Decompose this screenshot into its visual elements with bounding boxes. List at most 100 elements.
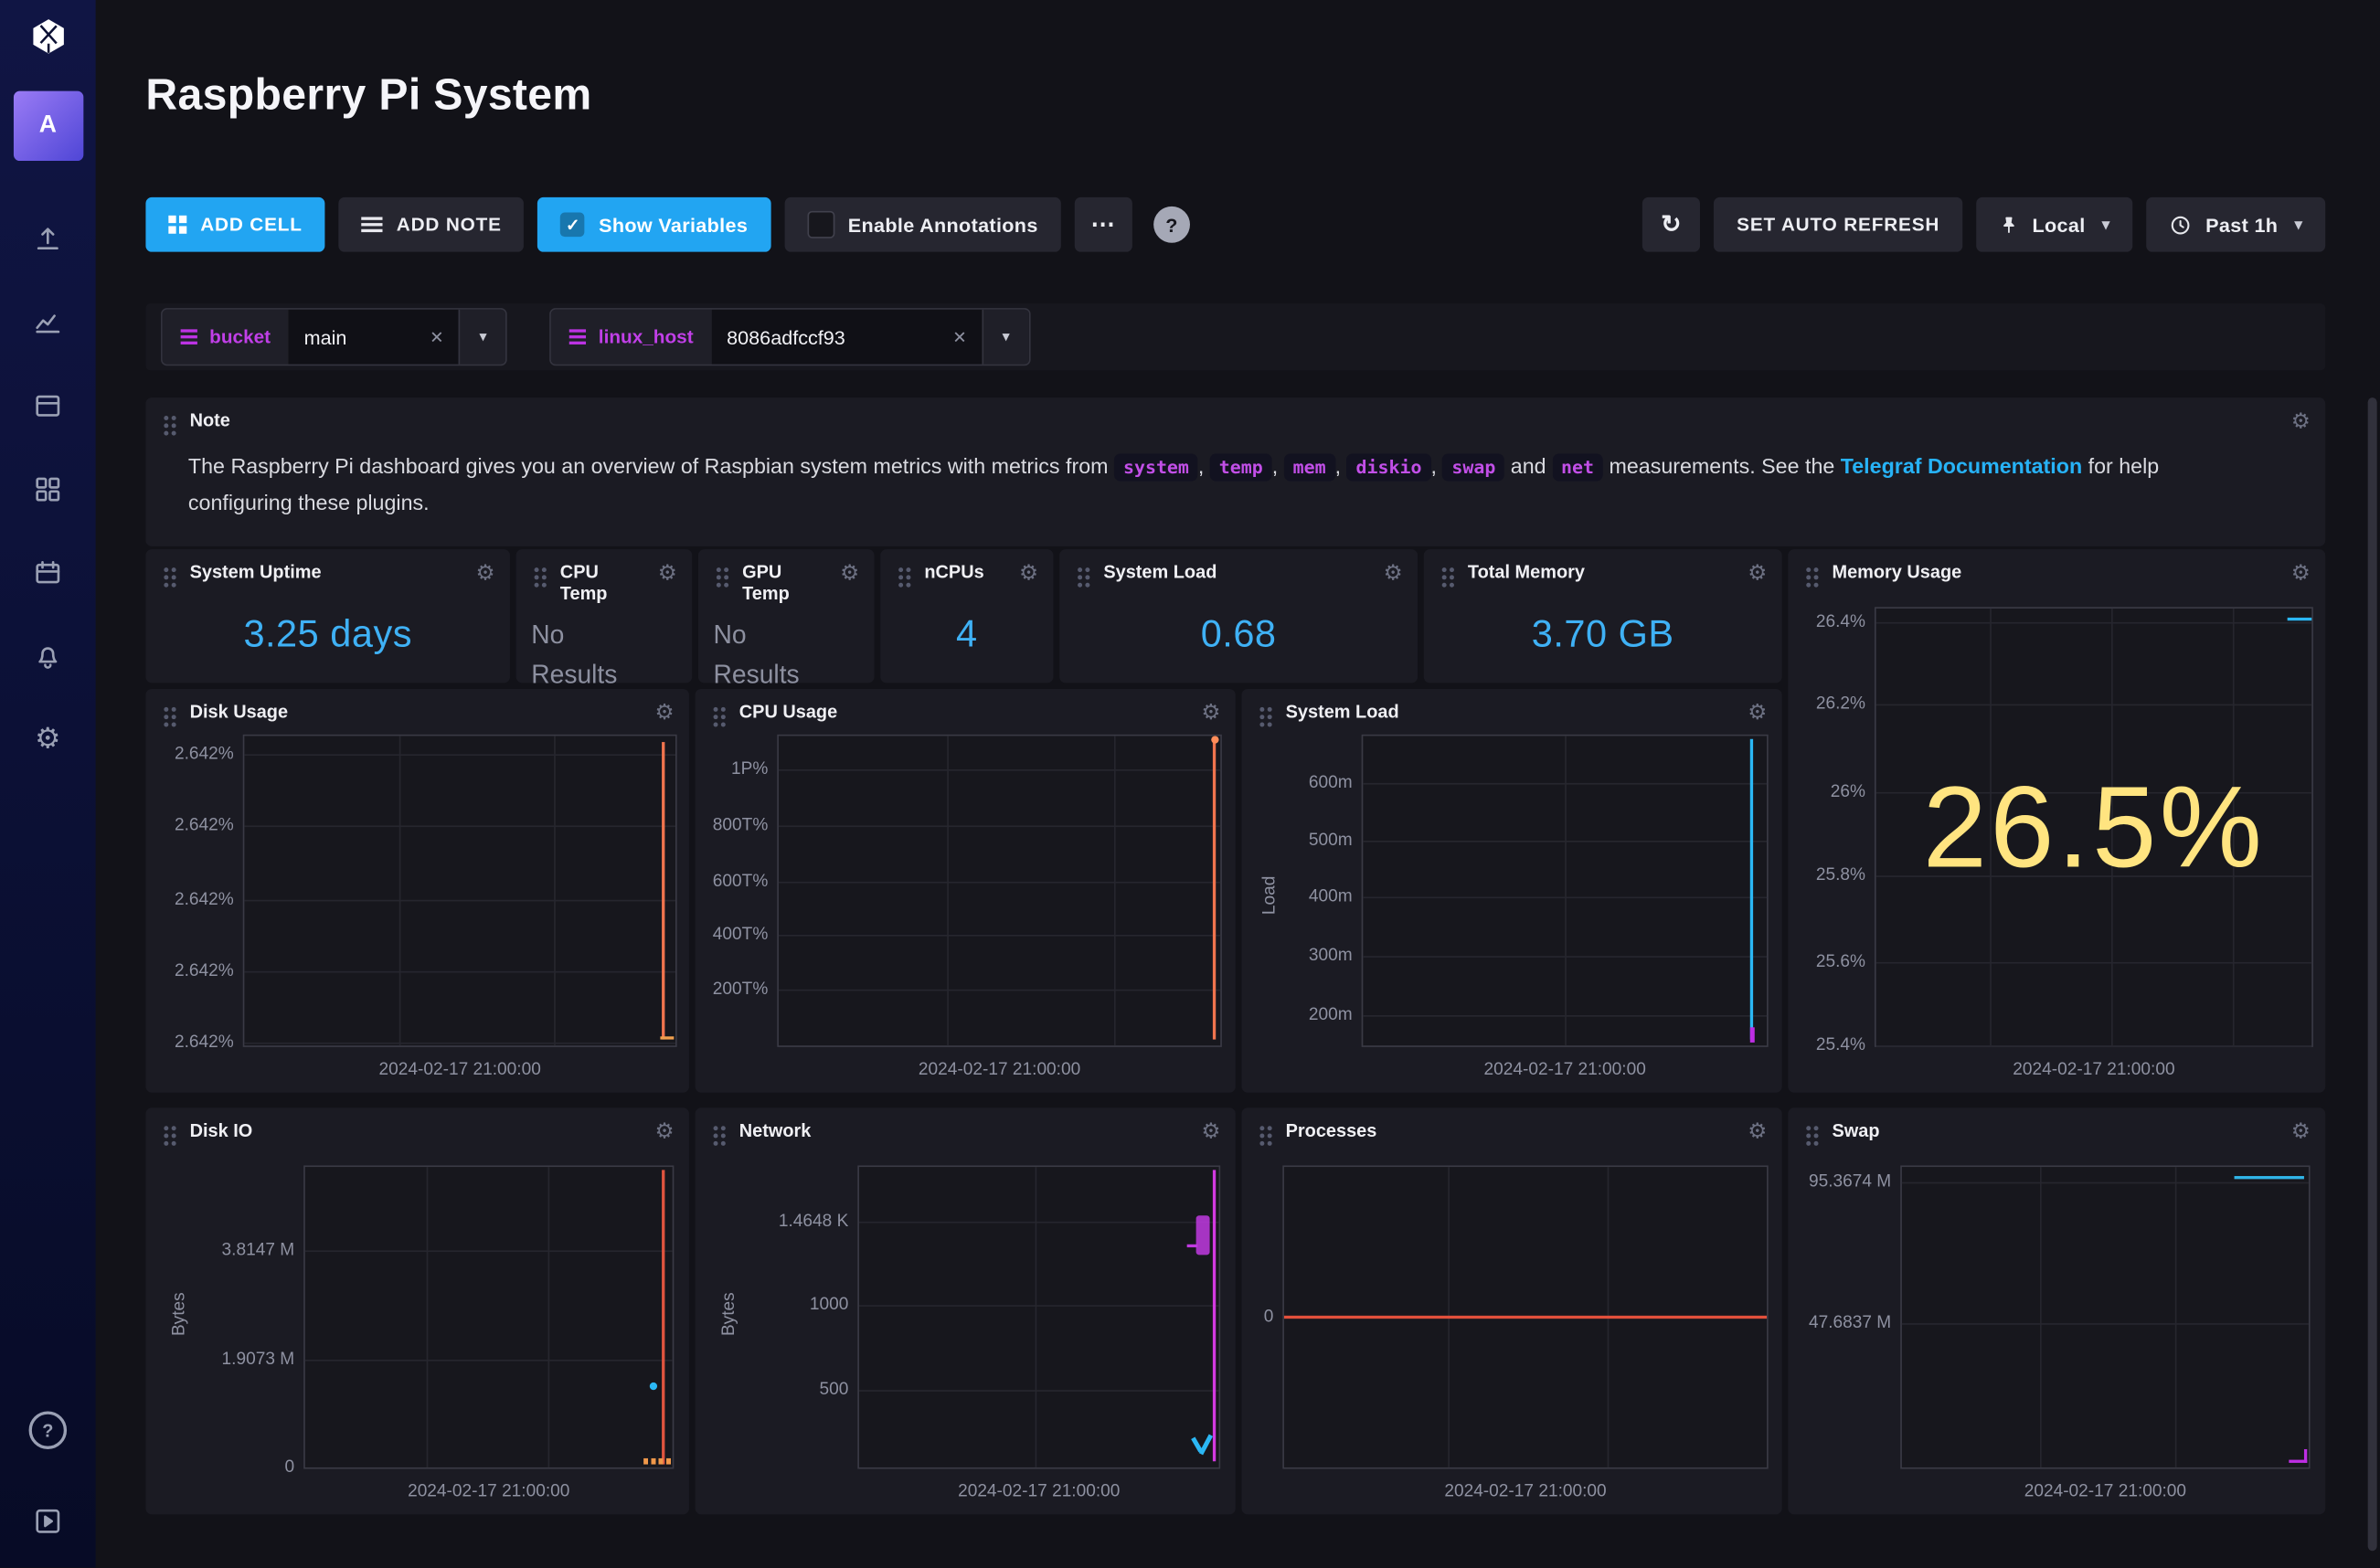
measurement-chip: swap: [1442, 454, 1504, 482]
drag-handle-icon[interactable]: [1806, 567, 1811, 572]
page-title: Raspberry Pi System: [145, 72, 591, 122]
measurement-chip: temp: [1210, 454, 1272, 482]
toolbar-help-icon[interactable]: ?: [1153, 207, 1190, 243]
tasks-icon[interactable]: [31, 556, 65, 589]
variable-linux-host-select[interactable]: 8086adfccf93 ✕: [712, 310, 983, 365]
close-icon[interactable]: ✕: [430, 327, 443, 347]
gear-icon[interactable]: ⚙: [1748, 701, 1767, 722]
series-line: [2303, 1449, 2306, 1463]
drag-handle-icon[interactable]: [717, 567, 721, 572]
variable-lines-icon: [181, 329, 197, 332]
y-tick: 2.642%: [175, 746, 234, 764]
drag-handle-icon[interactable]: [164, 1126, 168, 1130]
drag-handle-icon[interactable]: [164, 416, 168, 420]
variable-bucket-dropdown-button[interactable]: ▾: [459, 310, 505, 365]
guides-icon[interactable]: [31, 1504, 65, 1538]
more-options-button[interactable]: ⋯: [1075, 197, 1132, 252]
drag-handle-icon[interactable]: [714, 707, 718, 712]
gear-icon[interactable]: ⚙: [654, 1120, 674, 1141]
y-tick: 25.6%: [1816, 953, 1865, 971]
drag-handle-icon[interactable]: [535, 567, 539, 572]
dashboards-icon[interactable]: [31, 388, 65, 422]
cpu-usage-plot[interactable]: 1P% 800T% 600T% 400T% 200T% 2024-02-17 2…: [777, 735, 1222, 1047]
y-tick: 2.642%: [175, 817, 234, 835]
drag-handle-icon[interactable]: [164, 567, 168, 572]
gear-icon[interactable]: ⚙: [2291, 1120, 2311, 1141]
sidebar-bottom: ?: [29, 1411, 68, 1567]
gear-icon[interactable]: ⚙: [2291, 561, 2311, 582]
gear-icon[interactable]: ⚙: [654, 701, 674, 722]
set-auto-refresh-button[interactable]: SET AUTO REFRESH: [1714, 197, 1962, 252]
variable-name: linux_host: [599, 326, 694, 347]
series-line: [1749, 739, 1752, 1040]
alerts-bell-icon[interactable]: [31, 639, 65, 673]
drag-handle-icon[interactable]: [164, 707, 168, 712]
cell-cpu-usage: CPU Usage⚙ 1P% 800T% 600T% 400T% 200T% 2…: [696, 689, 1236, 1093]
system-load-plot[interactable]: 600m 500m 400m 300m 200m 2024-02-17 21:0…: [1362, 735, 1769, 1047]
timezone-dropdown[interactable]: Local ▾: [1976, 197, 2132, 252]
drag-handle-icon[interactable]: [1806, 1126, 1811, 1130]
notebooks-icon[interactable]: [31, 471, 65, 505]
drag-handle-icon[interactable]: [1442, 567, 1447, 572]
memory-usage-big-value: 26.5%: [1876, 609, 2312, 1045]
scrollbar[interactable]: [2368, 397, 2377, 1551]
processes-plot[interactable]: 0 2024-02-17 21:00:00: [1282, 1165, 1768, 1468]
gear-icon[interactable]: ⚙: [1201, 701, 1220, 722]
drag-handle-icon[interactable]: [714, 1126, 718, 1130]
drag-handle-icon[interactable]: [898, 567, 903, 572]
help-icon[interactable]: ?: [29, 1411, 68, 1449]
y-tick: 0: [285, 1458, 295, 1477]
swap-plot[interactable]: 95.3674 M 47.6837 M 2024-02-17 21:00:00: [1900, 1165, 2310, 1468]
cell-total-memory: Total Memory⚙ 3.70 GB: [1424, 549, 1782, 683]
y-tick: 200m: [1309, 1005, 1353, 1023]
telegraf-documentation-link[interactable]: Telegraf Documentation: [1841, 454, 2082, 479]
network-plot[interactable]: 1.4648 K 1000 500 2024-02-17 21:00:00: [857, 1165, 1220, 1468]
cell-gpu-temp: GPU Temp⚙ No Results: [698, 549, 875, 683]
y-tick: 26%: [1831, 783, 1865, 801]
drag-handle-icon[interactable]: [1259, 707, 1264, 712]
gear-icon[interactable]: ⚙: [476, 561, 495, 582]
note-text: The Raspberry Pi dashboard gives you an …: [145, 431, 2325, 521]
y-axis-label: Load: [1261, 876, 1280, 916]
gear-icon[interactable]: ⚙: [840, 561, 859, 582]
gear-icon[interactable]: ⚙: [1201, 1120, 1220, 1141]
influxdb-logo-icon[interactable]: [28, 16, 68, 63]
variable-linux-host-dropdown-button[interactable]: ▾: [982, 310, 1028, 365]
time-range-dropdown[interactable]: Past 1h ▾: [2146, 197, 2325, 252]
stat-value: 3.70 GB: [1532, 612, 1674, 656]
memory-usage-plot[interactable]: 26.4% 26.2% 26% 25.8% 25.6% 25.4% 26.5% …: [1875, 607, 2313, 1047]
y-tick: 25.4%: [1816, 1036, 1865, 1054]
show-variables-toggle[interactable]: ✓ Show Variables: [538, 197, 770, 252]
series-line: [1186, 1245, 1197, 1248]
enable-annotations-toggle[interactable]: Enable Annotations: [784, 197, 1061, 252]
data-explorer-icon[interactable]: [31, 305, 65, 339]
refresh-button[interactable]: ↻: [1642, 197, 1700, 252]
gear-icon[interactable]: ⚙: [658, 561, 677, 582]
series-line: [2235, 1176, 2304, 1179]
close-icon[interactable]: ✕: [952, 327, 966, 347]
add-note-button[interactable]: ADD NOTE: [339, 197, 525, 252]
series-line: [662, 742, 664, 1039]
y-tick: 2.642%: [175, 962, 234, 980]
gear-icon[interactable]: ⚙: [2291, 409, 2311, 430]
cell-ncpus: nCPUs⚙ 4: [880, 549, 1053, 683]
stat-value: 4: [956, 612, 978, 656]
y-tick: 800T%: [713, 817, 769, 835]
drag-handle-icon[interactable]: [1078, 567, 1082, 572]
disk-usage-plot[interactable]: 2.642% 2.642% 2.642% 2.642% 2.642% 2024-…: [243, 735, 677, 1047]
variable-bucket-select[interactable]: main ✕: [289, 310, 459, 365]
gear-icon[interactable]: ⚙: [1748, 561, 1767, 582]
disk-io-plot[interactable]: 3.8147 M 1.9073 M 0 2024-02-17 21:00:00: [303, 1165, 674, 1468]
checkbox-unchecked-icon: [807, 211, 834, 238]
upload-icon[interactable]: [31, 221, 65, 255]
y-tick: 400m: [1309, 888, 1353, 906]
cell-swap: Swap⚙ 95.3674 M 47.6837 M 2024-02-17 21:…: [1788, 1107, 2325, 1514]
add-cell-button[interactable]: ADD CELL: [145, 197, 324, 252]
settings-gear-icon[interactable]: ⚙: [31, 722, 65, 756]
avatar[interactable]: A: [13, 91, 82, 161]
gear-icon[interactable]: ⚙: [1384, 561, 1403, 582]
gear-icon[interactable]: ⚙: [1748, 1120, 1767, 1141]
gear-icon[interactable]: ⚙: [1019, 561, 1038, 582]
x-axis-label: 2024-02-17 21:00:00: [919, 1061, 1080, 1079]
drag-handle-icon[interactable]: [1259, 1126, 1264, 1130]
